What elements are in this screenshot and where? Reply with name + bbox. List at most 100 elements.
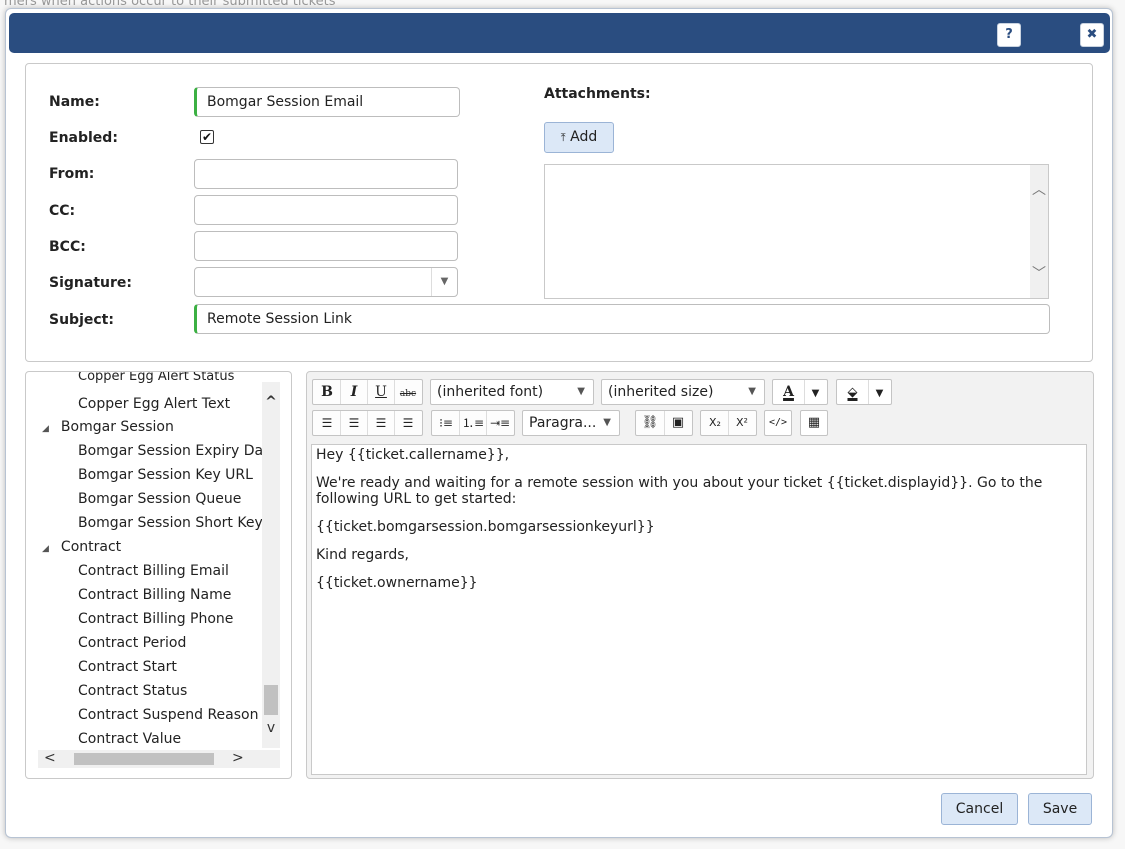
enabled-label: Enabled: <box>49 130 118 146</box>
table-icon[interactable]: ▦ <box>800 410 828 436</box>
chevron-down-icon[interactable]: ▼ <box>869 382 891 406</box>
indent-icon[interactable]: ⇥≡ <box>487 411 513 435</box>
image-icon[interactable]: ▣ <box>665 411 692 435</box>
chevron-down-icon: ▼ <box>748 386 756 397</box>
font-size-value: (inherited size) <box>608 384 714 400</box>
font-color-icon[interactable]: A <box>774 380 804 404</box>
tree-item[interactable]: Contract Billing Phone <box>78 611 233 627</box>
paragraph-format-value: Paragra... <box>529 415 597 431</box>
signature-label: Signature: <box>49 275 132 291</box>
tree-group-bomgar-session[interactable]: ◢ Bomgar Session <box>42 419 174 435</box>
name-field[interactable]: Bomgar Session Email <box>194 87 460 117</box>
bcc-label: BCC: <box>49 239 86 255</box>
script-group: X₂ X² <box>700 410 757 436</box>
chevron-up-icon[interactable]: ︿ <box>1029 179 1049 199</box>
attachments-list[interactable]: ︿ ﹀ <box>544 164 1049 299</box>
subscript-button[interactable]: X₂ <box>702 411 728 435</box>
add-attachment-button[interactable]: ⤒ Add <box>544 122 614 153</box>
chevron-down-icon: ▼ <box>603 417 611 428</box>
tree-item[interactable]: Bomgar Session Expiry Date <box>78 443 277 459</box>
tree-item[interactable]: Contract Billing Name <box>78 587 231 603</box>
tree-item-partial[interactable]: Copper Egg Alert Status <box>78 372 234 384</box>
tree-item[interactable]: Contract Suspend Reason <box>78 707 258 723</box>
dialog-titlebar: ? ✖ <box>9 13 1110 53</box>
name-label: Name: <box>49 94 100 110</box>
editor-link-placeholder: {{ticket.bomgarsession.bomgarsessionkeyu… <box>316 519 655 535</box>
chevron-left-icon[interactable]: < <box>44 750 56 766</box>
cancel-button[interactable]: Cancel <box>941 793 1018 825</box>
tree-vertical-scrollbar[interactable]: ^ v <box>262 382 280 748</box>
tree-horizontal-scrollbar[interactable]: < > <box>38 750 280 768</box>
from-label: From: <box>49 166 95 182</box>
editor-body-paragraph: We're ready and waiting for a remote ses… <box>316 475 1043 507</box>
chevron-down-icon[interactable]: ﹀ <box>1029 263 1049 283</box>
bold-button[interactable]: B <box>314 380 340 404</box>
strikethrough-button[interactable]: abc <box>395 382 421 406</box>
upload-icon: ⤒ <box>560 131 566 144</box>
tree-hscroll-thumb[interactable] <box>74 753 214 765</box>
bcc-field[interactable] <box>194 231 458 261</box>
alignment-group: ☰ ☰ ☰ ☰ <box>312 410 423 436</box>
email-template-dialog: ? ✖ Name: Bomgar Session Email Enabled: … <box>5 8 1113 838</box>
list-group: ⁝≡ ⒈≡ ⇥≡ <box>431 410 515 436</box>
highlight-icon[interactable]: ⬙ <box>838 381 868 405</box>
tree-scroll-thumb[interactable] <box>264 685 278 715</box>
html-source-button[interactable]: </> <box>764 410 792 436</box>
underline-button[interactable]: U <box>368 380 394 404</box>
editor-owner-placeholder: {{ticket.ownername}} <box>316 575 478 591</box>
attachments-scrollbar[interactable]: ︿ ﹀ <box>1030 165 1048 298</box>
chevron-right-icon[interactable]: > <box>232 750 244 766</box>
editor-greeting: Hey {{ticket.callername}}, <box>316 447 510 463</box>
placeholder-tree-panel: Copper Egg Alert Status Copper Egg Alert… <box>25 371 292 779</box>
enabled-checkbox[interactable]: ✔ <box>200 130 214 144</box>
subject-field[interactable]: Remote Session Link <box>194 304 1050 334</box>
tree-item[interactable]: Contract Status <box>78 683 187 699</box>
tree-item[interactable]: Contract Billing Email <box>78 563 229 579</box>
signature-select[interactable]: ▼ <box>194 267 458 297</box>
help-button[interactable]: ? <box>997 23 1021 47</box>
collapse-icon[interactable]: ◢ <box>42 424 49 434</box>
paragraph-format-select[interactable]: Paragra... ▼ <box>522 410 620 436</box>
text-style-group: B I Uabc <box>312 379 423 405</box>
tree-item[interactable]: Copper Egg Alert Text <box>78 396 230 412</box>
email-settings-panel: Name: Bomgar Session Email Enabled: ✔ Fr… <box>25 63 1093 362</box>
email-body-editor[interactable]: Hey {{ticket.callername}}, We're ready a… <box>311 444 1087 775</box>
collapse-icon[interactable]: ◢ <box>42 544 49 554</box>
tree-item[interactable]: Contract Period <box>78 635 186 651</box>
link-icon[interactable]: ⛓ <box>637 411 664 435</box>
align-left-icon[interactable]: ☰ <box>314 411 340 435</box>
font-color-picker[interactable]: A ▼ <box>772 379 828 405</box>
tree-item[interactable]: Bomgar Session Queue <box>78 491 241 507</box>
tree-item[interactable]: Contract Value <box>78 731 181 747</box>
cc-label: CC: <box>49 203 76 219</box>
cc-field[interactable] <box>194 195 458 225</box>
chevron-down-icon[interactable]: ▼ <box>805 382 827 406</box>
chevron-down-icon: ▼ <box>577 386 585 397</box>
align-center-icon[interactable]: ☰ <box>341 411 367 435</box>
tree-item[interactable]: Contract Start <box>78 659 177 675</box>
editor-closing: Kind regards, <box>316 547 409 563</box>
close-button[interactable]: ✖ <box>1080 23 1104 47</box>
tree-item[interactable]: Bomgar Session Key URL <box>78 467 253 483</box>
tree-item[interactable]: Bomgar Session Short Key <box>78 515 263 531</box>
bullet-list-icon[interactable]: ⁝≡ <box>433 411 459 435</box>
numbered-list-icon[interactable]: ⒈≡ <box>460 411 486 435</box>
attachments-label: Attachments: <box>544 86 651 102</box>
save-button[interactable]: Save <box>1028 793 1092 825</box>
font-size-select[interactable]: (inherited size) ▼ <box>601 379 765 405</box>
align-right-icon[interactable]: ☰ <box>368 411 394 435</box>
highlight-color-picker[interactable]: ⬙ ▼ <box>836 379 892 405</box>
tree-viewport: Copper Egg Alert Status Copper Egg Alert… <box>26 372 281 754</box>
insert-group: ⛓ ▣ <box>635 410 693 436</box>
add-attachment-label: Add <box>570 129 598 145</box>
subject-label: Subject: <box>49 312 114 328</box>
chevron-up-icon[interactable]: ^ <box>261 394 281 410</box>
from-field[interactable] <box>194 159 458 189</box>
align-justify-icon[interactable]: ☰ <box>395 411 421 435</box>
font-family-select[interactable]: (inherited font) ▼ <box>430 379 594 405</box>
tree-group-contract[interactable]: ◢ Contract <box>42 539 121 555</box>
chevron-down-icon[interactable]: v <box>261 720 281 736</box>
superscript-button[interactable]: X² <box>729 411 755 435</box>
chevron-down-icon[interactable]: ▼ <box>431 268 457 296</box>
italic-button[interactable]: I <box>341 380 367 404</box>
